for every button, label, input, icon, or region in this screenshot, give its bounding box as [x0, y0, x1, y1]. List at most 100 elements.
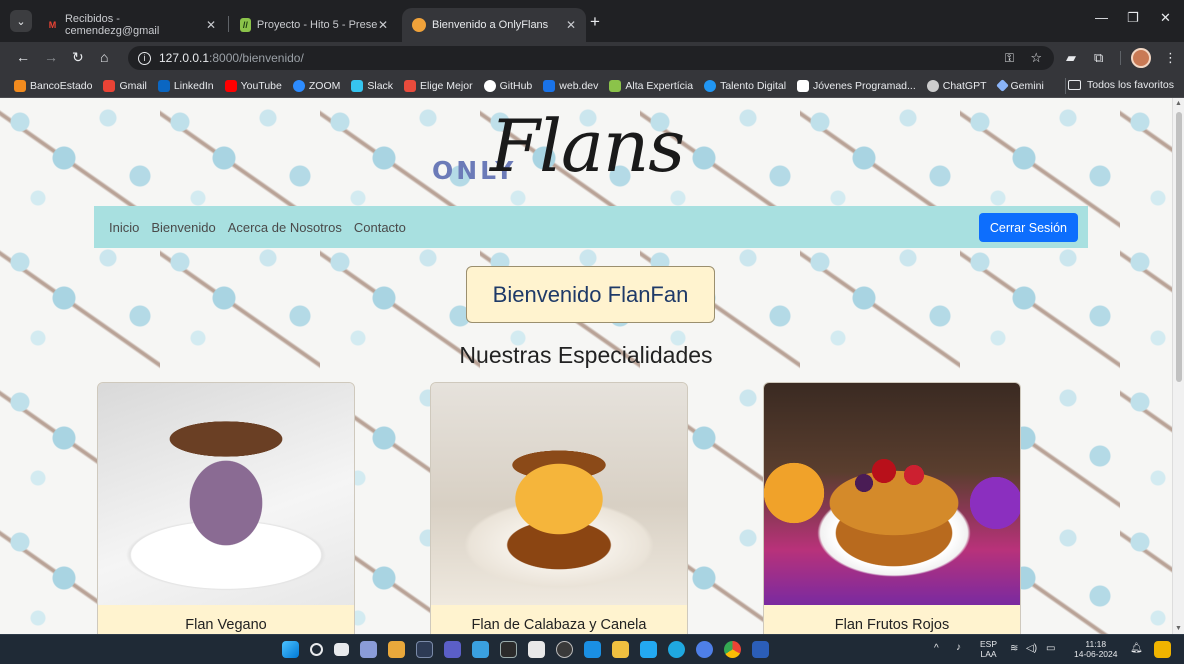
reload-icon[interactable]: ↻: [72, 49, 84, 66]
scroll-down-arrow-icon[interactable]: ▼: [1175, 625, 1182, 632]
photos-icon[interactable]: [472, 641, 489, 658]
nav-acerca-de-nosotros[interactable]: Acerca de Nosotros: [228, 220, 342, 235]
bookmark-youtube[interactable]: YouTube: [224, 79, 282, 92]
product-card[interactable]: Flan de Calabaza y Canela: [430, 382, 688, 634]
teams-icon[interactable]: [444, 641, 461, 658]
minimize-icon[interactable]: —: [1095, 10, 1108, 25]
notion-icon[interactable]: [528, 641, 545, 658]
all-bookmarks-button[interactable]: Todos los favoritos: [1068, 79, 1174, 91]
scroll-up-arrow-icon[interactable]: ▲: [1175, 100, 1182, 107]
site-info-icon[interactable]: i: [138, 51, 151, 65]
scrollbar-thumb[interactable]: [1176, 112, 1182, 382]
bookmark-label: YouTube: [240, 79, 282, 92]
home-icon[interactable]: ⌂: [100, 49, 108, 65]
close-tab-icon[interactable]: ✕: [378, 18, 388, 32]
bookmark-talento-digital[interactable]: Talento Digital: [704, 79, 786, 92]
bookmark-label: Gemini: [1010, 79, 1044, 92]
bookmark-gmail[interactable]: Gmail: [103, 79, 147, 92]
bookmark-gemini[interactable]: Gemini: [995, 79, 1044, 92]
product-card[interactable]: Flan Frutos Rojos: [763, 382, 1021, 634]
bookmark-zoom[interactable]: ZOOM: [292, 79, 340, 92]
task-view-icon[interactable]: [334, 643, 349, 656]
wifi-icon[interactable]: ≋: [1010, 643, 1018, 654]
doc-icon: //: [240, 18, 251, 32]
close-window-icon[interactable]: ✕: [1160, 10, 1171, 26]
nav-bienvenido[interactable]: Bienvenido: [151, 220, 215, 235]
volume-icon[interactable]: ◁): [1026, 643, 1037, 654]
windows-start-icon[interactable]: [282, 641, 299, 658]
edge-icon[interactable]: [668, 641, 685, 658]
nav-contacto[interactable]: Contacto: [354, 220, 406, 235]
bookmark-star-icon[interactable]: ☆: [1030, 50, 1042, 66]
mail-icon[interactable]: [584, 641, 601, 658]
forward-icon[interactable]: →: [44, 49, 58, 65]
language-code: ESP: [980, 639, 998, 649]
password-key-icon[interactable]: ⚿: [1005, 51, 1014, 66]
extension-icon[interactable]: ▰: [1066, 50, 1076, 66]
bookmark-linkedin[interactable]: LinkedIn: [157, 79, 214, 92]
chrome-icon[interactable]: [724, 641, 741, 658]
url-path: :8000/bienvenido/: [209, 51, 304, 65]
search-icon[interactable]: [310, 643, 323, 656]
bookmark-label: Elige Mejor: [420, 79, 473, 92]
notification-bell-icon[interactable]: 🔔︎: [1130, 643, 1143, 654]
tab-onlyflans[interactable]: Bienvenido a OnlyFlans ✕: [402, 8, 586, 42]
tray-overflow-icon[interactable]: ^: [934, 643, 939, 654]
all-bookmarks-label: Todos los favoritos: [1087, 79, 1174, 91]
bookmark-elige-mejor[interactable]: Elige Mejor: [404, 79, 473, 92]
vscode-icon[interactable]: [640, 641, 657, 658]
bookmark-label: GitHub: [499, 79, 533, 92]
store-icon[interactable]: [388, 641, 405, 658]
bookmark-chatgpt[interactable]: ChatGPT: [926, 79, 987, 92]
logout-button[interactable]: Cerrar Sesión: [978, 213, 1078, 242]
extensions-puzzle-icon[interactable]: ⧉: [1094, 50, 1103, 66]
youtube-icon: [224, 79, 237, 92]
github-desktop-icon[interactable]: [556, 641, 573, 658]
tab-proyecto[interactable]: // Proyecto - Hito 5 - Presentación ✕: [230, 8, 398, 42]
profile-avatar[interactable]: [1131, 48, 1151, 68]
bookmark-github[interactable]: GitHub: [483, 79, 533, 92]
nav-inicio[interactable]: Inicio: [109, 220, 139, 235]
page-scrollbar[interactable]: ▲ ▼: [1172, 98, 1184, 634]
folder-icon: [1068, 80, 1082, 90]
bookmarks-bar: BancoEstado Gmail LinkedIn YouTube ZOOM …: [0, 74, 1184, 98]
toolbar-separator: [1120, 51, 1121, 65]
bookmark-label: Alta Expertícia: [625, 79, 694, 92]
tab-title: Recibidos - cemendezg@gmail: [64, 13, 160, 37]
bookmark-alta-experticia[interactable]: Alta Expertícia: [609, 79, 694, 92]
restore-icon[interactable]: ❐: [1127, 10, 1139, 26]
close-tab-icon[interactable]: ✕: [566, 18, 576, 32]
close-tab-icon[interactable]: ✕: [206, 18, 216, 32]
product-card[interactable]: Flan Vegano: [97, 382, 355, 634]
linkedin-icon: [157, 79, 170, 92]
terminal-icon[interactable]: [416, 641, 433, 658]
card-title: Flan Frutos Rojos: [834, 617, 950, 633]
clock[interactable]: 11:18 14-06-2024: [1074, 639, 1117, 659]
bookmark-jovenes-programadores[interactable]: Jóvenes Programad...: [797, 79, 916, 92]
bookmark-webdev[interactable]: web.dev: [543, 79, 598, 92]
battery-icon[interactable]: ▭: [1046, 643, 1055, 654]
clock-app-icon[interactable]: [500, 641, 517, 658]
webdev-icon: [543, 79, 556, 92]
gemini-icon: [995, 79, 1009, 92]
widgets-icon[interactable]: [360, 641, 377, 658]
bookmark-bancoestado[interactable]: BancoEstado: [14, 79, 93, 92]
word-icon[interactable]: [752, 641, 769, 658]
tab-search-icon[interactable]: ⌄: [10, 10, 32, 32]
talento-digital-icon: [704, 79, 717, 92]
menu-kebab-icon[interactable]: ⋮: [1164, 50, 1177, 66]
copilot-icon[interactable]: [1154, 641, 1171, 658]
site-logo[interactable]: ONLY Flans: [430, 104, 730, 204]
app-icon[interactable]: [696, 641, 713, 658]
back-icon[interactable]: ←: [16, 49, 30, 65]
language-indicator[interactable]: ESP LAA: [980, 639, 997, 659]
bookmark-label: BancoEstado: [30, 79, 93, 92]
chatgpt-icon: [926, 79, 939, 92]
section-title: Nuestras Especialidades: [459, 342, 713, 368]
new-tab-button[interactable]: +: [590, 12, 600, 32]
bookmark-slack[interactable]: Slack: [351, 79, 393, 92]
tab-gmail[interactable]: M Recibidos - cemendezg@gmail ✕: [36, 8, 226, 42]
file-explorer-icon[interactable]: [612, 641, 629, 658]
address-bar[interactable]: i 127.0.0.1 :8000/bienvenido/ ⚿ ☆: [128, 46, 1054, 70]
microphone-icon[interactable]: ♪: [956, 642, 961, 653]
